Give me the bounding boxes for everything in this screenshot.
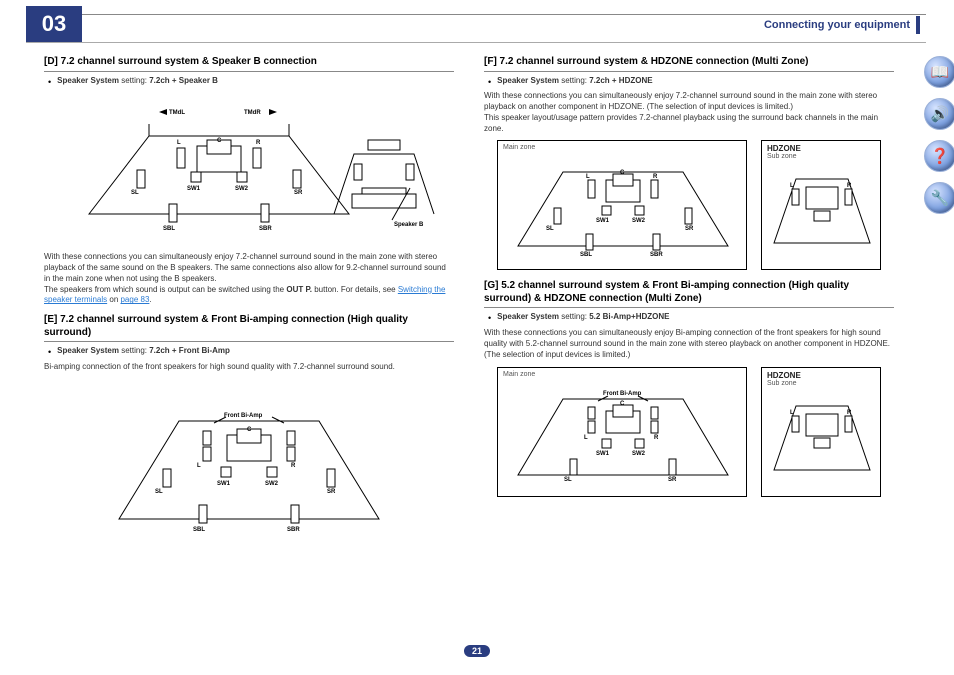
svg-text:L: L xyxy=(197,463,201,469)
section-f-heading: [F] 7.2 channel surround system & HDZONE… xyxy=(484,56,894,72)
svg-text:SBR: SBR xyxy=(259,226,272,232)
svg-text:SW1: SW1 xyxy=(187,186,201,192)
bullet-icon xyxy=(48,346,51,359)
svg-text:SBR: SBR xyxy=(650,252,663,258)
speaker-icon[interactable]: 🔊 xyxy=(924,98,954,130)
svg-text:R: R xyxy=(256,140,261,146)
page-number: 21 xyxy=(464,645,490,657)
svg-text:C: C xyxy=(247,427,252,433)
svg-text:R: R xyxy=(847,183,852,189)
svg-text:R: R xyxy=(654,435,659,441)
svg-text:SW2: SW2 xyxy=(235,186,249,192)
section-g-para: With these connections you can simultane… xyxy=(484,328,894,360)
svg-text:C: C xyxy=(217,138,222,144)
svg-text:SR: SR xyxy=(294,190,303,196)
svg-text:SW1: SW1 xyxy=(596,218,610,224)
svg-text:R: R xyxy=(847,410,852,416)
help-icon[interactable]: ❓ xyxy=(924,140,954,172)
diagram-f: Main zone L C R SW1 SW2 xyxy=(484,140,894,270)
svg-text:SBL: SBL xyxy=(193,527,205,533)
section-f-para1: With these connections you can simultane… xyxy=(484,91,894,113)
diagram-e: Front Bi-Amp L C R SW1 SW2 xyxy=(99,379,399,549)
section-d-setting: Speaker System setting: 7.2ch + Speaker … xyxy=(57,76,218,89)
section-f-setting: Speaker System setting: 7.2ch + HDZONE xyxy=(497,76,652,89)
svg-text:SR: SR xyxy=(685,226,694,232)
svg-text:R: R xyxy=(291,463,296,469)
svg-text:Speaker B: Speaker B xyxy=(394,222,424,228)
svg-text:SW2: SW2 xyxy=(265,481,279,487)
diagram-d: TMdL TMdR L C R SW1 SW2 xyxy=(59,94,439,244)
svg-text:SW1: SW1 xyxy=(217,481,231,487)
section-d-para1: With these connections you can simultane… xyxy=(44,252,454,284)
svg-text:R: R xyxy=(653,174,658,180)
svg-text:L: L xyxy=(790,410,794,416)
svg-text:SL: SL xyxy=(564,477,572,483)
svg-text:C: C xyxy=(620,401,625,407)
book-icon[interactable]: 📖 xyxy=(924,56,954,88)
svg-text:SL: SL xyxy=(546,226,554,232)
svg-text:Front Bi-Amp: Front Bi-Amp xyxy=(603,391,642,397)
section-e-setting: Speaker System setting: 7.2ch + Front Bi… xyxy=(57,346,230,359)
left-column: [D] 7.2 channel surround system & Speake… xyxy=(44,56,454,557)
svg-text:C: C xyxy=(620,170,625,176)
section-d-para2: The speakers from which sound is output … xyxy=(44,285,454,307)
svg-text:Front Bi-Amp: Front Bi-Amp xyxy=(224,413,263,419)
svg-text:SBL: SBL xyxy=(163,226,175,232)
svg-text:TMdL: TMdL xyxy=(169,110,185,116)
svg-text:SL: SL xyxy=(131,190,139,196)
section-d-heading: [D] 7.2 channel surround system & Speake… xyxy=(44,56,454,72)
right-column: [F] 7.2 channel surround system & HDZONE… xyxy=(484,56,894,557)
svg-text:TMdR: TMdR xyxy=(244,110,261,116)
page-header-title: Connecting your equipment xyxy=(764,19,910,31)
svg-text:SL: SL xyxy=(155,489,163,495)
svg-text:SBR: SBR xyxy=(287,527,300,533)
main-zone-label-g: Main zone xyxy=(498,368,746,381)
svg-text:L: L xyxy=(584,435,588,441)
gear-icon[interactable]: 🔧 xyxy=(924,182,954,214)
svg-text:SW2: SW2 xyxy=(632,451,646,457)
svg-text:SBL: SBL xyxy=(580,252,592,258)
main-zone-label: Main zone xyxy=(498,141,746,154)
bullet-icon xyxy=(488,76,491,89)
section-g-setting: Speaker System setting: 5.2 Bi-Amp+HDZON… xyxy=(497,312,669,325)
svg-text:SR: SR xyxy=(327,489,336,495)
svg-text:L: L xyxy=(790,183,794,189)
svg-text:SW2: SW2 xyxy=(632,218,646,224)
chapter-number: 03 xyxy=(26,6,82,42)
link-page-83[interactable]: page 83 xyxy=(120,295,149,304)
section-f-para2: This speaker layout/usage pattern provid… xyxy=(484,113,894,135)
bullet-icon xyxy=(488,312,491,325)
svg-text:L: L xyxy=(586,174,590,180)
svg-text:SR: SR xyxy=(668,477,677,483)
diagram-g: Main zone Front Bi-Amp L C R xyxy=(484,367,894,497)
section-g-heading: [G] 5.2 channel surround system & Front … xyxy=(484,280,894,308)
section-e-heading: [E] 7.2 channel surround system & Front … xyxy=(44,314,454,342)
svg-text:SW1: SW1 xyxy=(596,451,610,457)
section-e-para: Bi-amping connection of the front speake… xyxy=(44,362,454,373)
header-accent xyxy=(916,16,920,34)
side-nav: 📖 🔊 ❓ 🔧 xyxy=(924,56,954,214)
svg-text:L: L xyxy=(177,140,181,146)
bullet-icon xyxy=(48,76,51,89)
